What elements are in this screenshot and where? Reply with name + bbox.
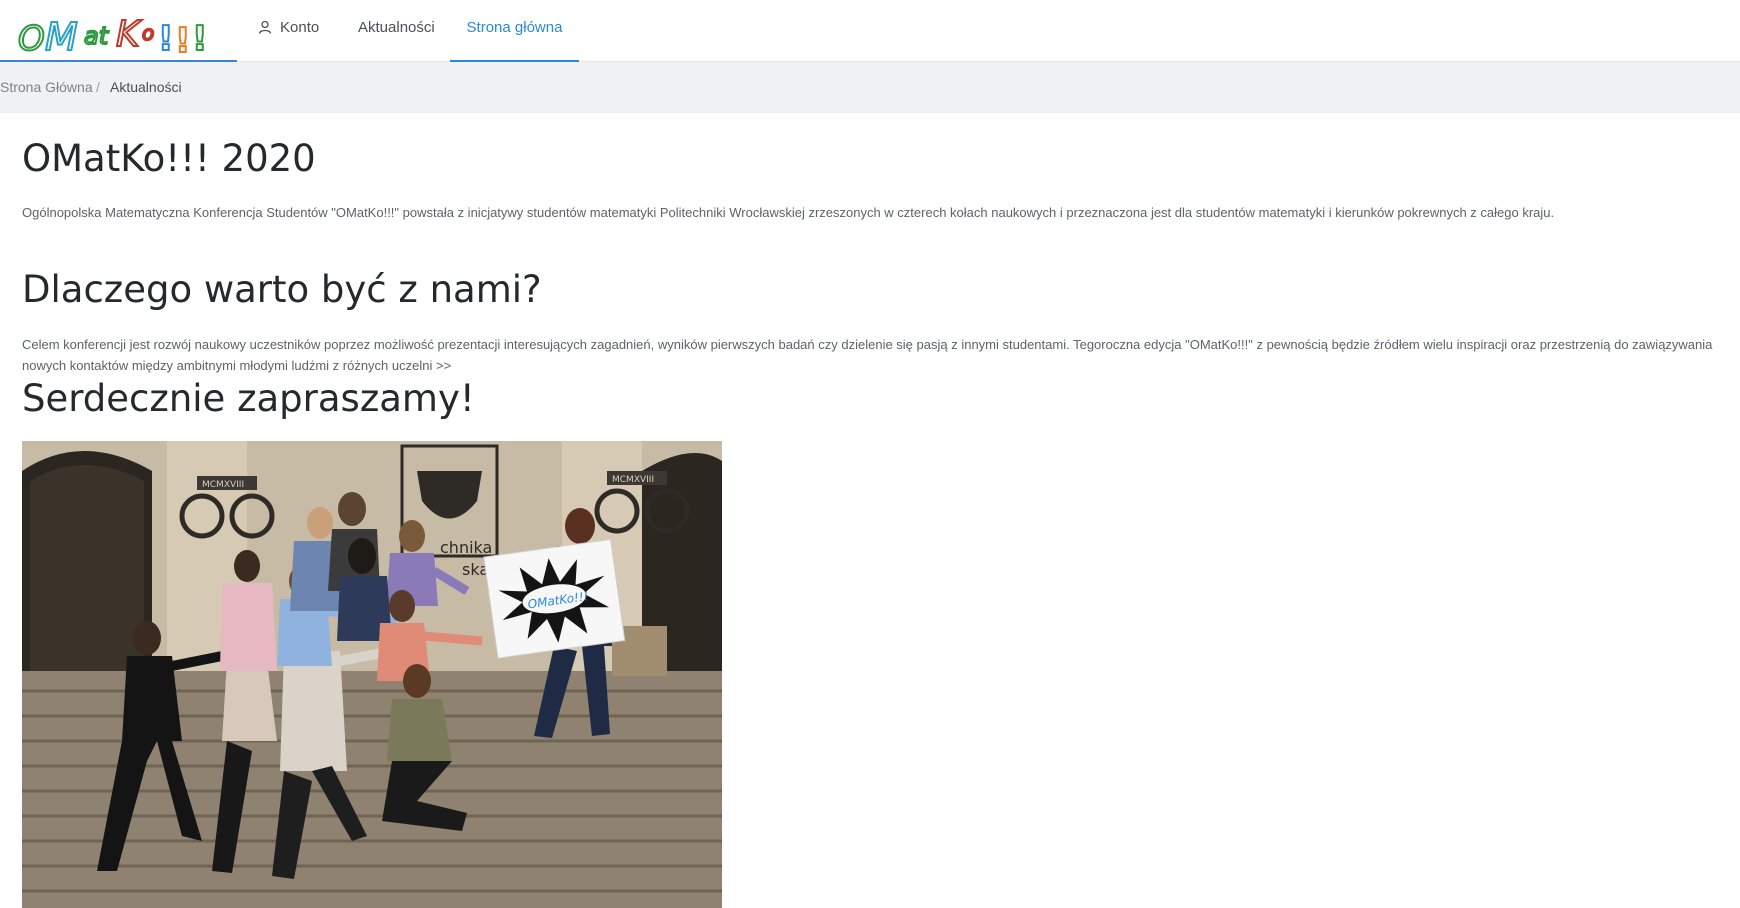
svg-text:!: ! — [175, 21, 191, 56]
breadcrumb-current: Aktualności — [110, 79, 182, 95]
building-text-1: chnika — [440, 538, 492, 557]
intro-paragraph: Ogólnopolska Matematyczna Konferencja St… — [22, 205, 1555, 220]
inscription-left: MCMXVIII — [202, 480, 244, 490]
svg-text:K: K — [116, 14, 142, 55]
omatko-logo: O M at K o ! ! ! — [18, 13, 209, 56]
nav-news[interactable]: Aktualności — [358, 0, 435, 62]
svg-text:O: O — [18, 19, 45, 56]
inscription-right: MCMXVIII — [612, 475, 654, 485]
nav-account-label: Konto — [280, 19, 320, 36]
page-title: OMatKo!!! 2020 — [22, 137, 316, 180]
breadcrumb: Strona Główna / Aktualności — [0, 62, 1740, 113]
svg-text:at: at — [84, 22, 110, 50]
svg-text:!: ! — [192, 19, 208, 56]
breadcrumb-separator: / — [96, 79, 100, 95]
why-heading: Dlaczego warto być z nami? — [22, 268, 542, 311]
svg-text:M: M — [45, 15, 78, 56]
top-navbar: O M at K o ! ! ! Konto Aktualności Stron… — [0, 0, 1740, 62]
invite-heading: Serdecznie zapraszamy! — [22, 377, 475, 420]
nav-home[interactable]: Strona główna — [450, 0, 579, 62]
user-icon — [258, 20, 272, 34]
svg-text:o: o — [142, 21, 154, 45]
breadcrumb-home-link[interactable]: Strona Główna — [0, 62, 93, 113]
logo-link[interactable]: O M at K o ! ! ! — [0, 0, 237, 62]
why-paragraph: Celem konferencji jest rozwój naukowy uc… — [22, 337, 1713, 373]
svg-text:!: ! — [158, 19, 174, 56]
nav-account[interactable]: Konto — [258, 0, 319, 62]
group-photo: MCMXVIII MCMXVIII chnika ska OMatKo!!! — [22, 441, 722, 908]
